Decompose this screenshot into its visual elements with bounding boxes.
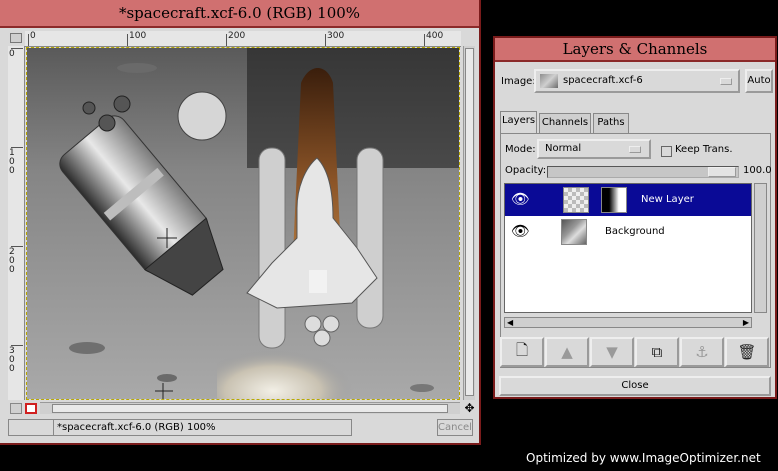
image-window-title[interactable]: *spacecraft.xcf-6.0 (RGB) 100%	[0, 0, 479, 28]
layers-horizontal-scrollbar[interactable]: ◀ ▶	[504, 317, 752, 328]
status-text: *spacecraft.xcf-6.0 (RGB) 100%	[57, 422, 216, 433]
scroll-left-arrow-icon[interactable]: ◀	[507, 318, 513, 327]
opacity-slider-handle[interactable]	[708, 167, 736, 177]
anchor-layer-icon: ⚓	[695, 343, 709, 361]
option-menu-indicator-icon	[629, 146, 641, 153]
layer-row-new-layer[interactable]: 👁 New Layer	[505, 184, 751, 216]
horizontal-scroll-thumb[interactable]	[52, 404, 448, 413]
image-label: Image:	[501, 76, 536, 87]
layers-list: 👁 New Layer 👁 Background	[504, 183, 752, 313]
vertical-scrollbar[interactable]	[463, 46, 475, 400]
lower-layer-button[interactable]: ▼	[590, 337, 634, 367]
quickmask-on-button[interactable]	[25, 403, 37, 414]
delete-layer-icon: 🗑	[737, 343, 757, 361]
keep-trans-checkbox[interactable]	[661, 146, 672, 157]
visibility-eye-icon[interactable]: 👁	[511, 192, 531, 207]
status-bar: *spacecraft.xcf-6.0 (RGB) 100%	[8, 419, 352, 436]
mode-value: Normal	[545, 143, 582, 154]
layers-vertical-scrollbar[interactable]	[754, 183, 767, 313]
spacecraft-artwork	[27, 48, 459, 399]
pointer-coords-field	[9, 420, 54, 435]
image-thumbnail	[540, 74, 558, 88]
new-layer-icon: 🗋	[515, 340, 529, 359]
ruler-label: 300	[9, 346, 15, 374]
lower-layer-icon: ▼	[606, 343, 618, 361]
layers-channels-window: Layers & Channels Image: spacecraft.xcf-…	[493, 36, 777, 399]
mode-select[interactable]: Normal	[537, 139, 651, 159]
layer-thumbnail[interactable]	[563, 187, 589, 213]
ruler-label: 0	[9, 49, 15, 59]
raise-layer-button[interactable]: ▲	[545, 337, 589, 367]
tab-layers[interactable]: Layers	[500, 111, 537, 133]
tab-channels[interactable]: Channels	[539, 113, 591, 133]
layer-thumbnail[interactable]	[561, 219, 587, 245]
layer-row-background[interactable]: 👁 Background	[505, 216, 751, 248]
vertical-ruler[interactable]: 0 100 200 300	[8, 46, 25, 400]
quickmask-off-button[interactable]	[10, 403, 22, 414]
ruler-label: 100	[129, 31, 147, 41]
keep-trans-label: Keep Trans.	[675, 144, 733, 155]
new-layer-button[interactable]: 🗋	[500, 337, 544, 367]
mode-label: Mode:	[505, 144, 536, 155]
ruler-label: 200	[228, 31, 246, 41]
ruler-label: 100	[9, 148, 15, 176]
option-menu-indicator-icon	[720, 78, 732, 85]
auto-button[interactable]: Auto	[745, 69, 773, 93]
ruler-label: 200	[9, 247, 15, 275]
anchor-layer-button[interactable]: ⚓	[680, 337, 724, 367]
image-canvas[interactable]	[26, 47, 460, 400]
navigate-icon[interactable]: ✥	[463, 402, 476, 415]
close-button[interactable]: Close	[499, 376, 771, 396]
visibility-eye-icon[interactable]: 👁	[511, 224, 531, 239]
duplicate-layer-icon: ⧉	[651, 343, 663, 361]
cancel-button[interactable]: Cancel	[437, 419, 473, 436]
layer-name: Background	[605, 226, 665, 237]
layer-mask-thumbnail[interactable]	[601, 187, 627, 213]
opacity-value: 100.0	[743, 165, 772, 176]
vertical-scroll-thumb[interactable]	[465, 48, 474, 396]
ruler-label: 400	[426, 31, 444, 41]
ruler-label: 300	[327, 31, 345, 41]
image-window: *spacecraft.xcf-6.0 (RGB) 100% 0 100 200…	[0, 0, 481, 445]
image-select-value: spacecraft.xcf-6	[563, 75, 643, 86]
duplicate-layer-button[interactable]: ⧉	[635, 337, 679, 367]
layer-name: New Layer	[641, 194, 694, 205]
tab-paths[interactable]: Paths	[593, 113, 629, 133]
horizontal-scrollbar[interactable]	[40, 402, 460, 414]
ruler-label: 0	[30, 31, 36, 41]
opacity-label: Opacity:	[505, 165, 547, 176]
image-select-menu[interactable]: spacecraft.xcf-6	[534, 69, 740, 93]
delete-layer-button[interactable]: 🗑	[725, 337, 769, 367]
ruler-corner-menu-button[interactable]	[10, 33, 22, 43]
raise-layer-icon: ▲	[561, 343, 573, 361]
scroll-right-arrow-icon[interactable]: ▶	[743, 318, 749, 327]
horizontal-ruler[interactable]: 0 100 200 300 400	[25, 31, 461, 47]
layers-window-title[interactable]: Layers & Channels	[495, 38, 775, 62]
opacity-slider[interactable]	[547, 166, 739, 178]
watermark-text: Optimized by www.ImageOptimizer.net	[526, 451, 761, 465]
